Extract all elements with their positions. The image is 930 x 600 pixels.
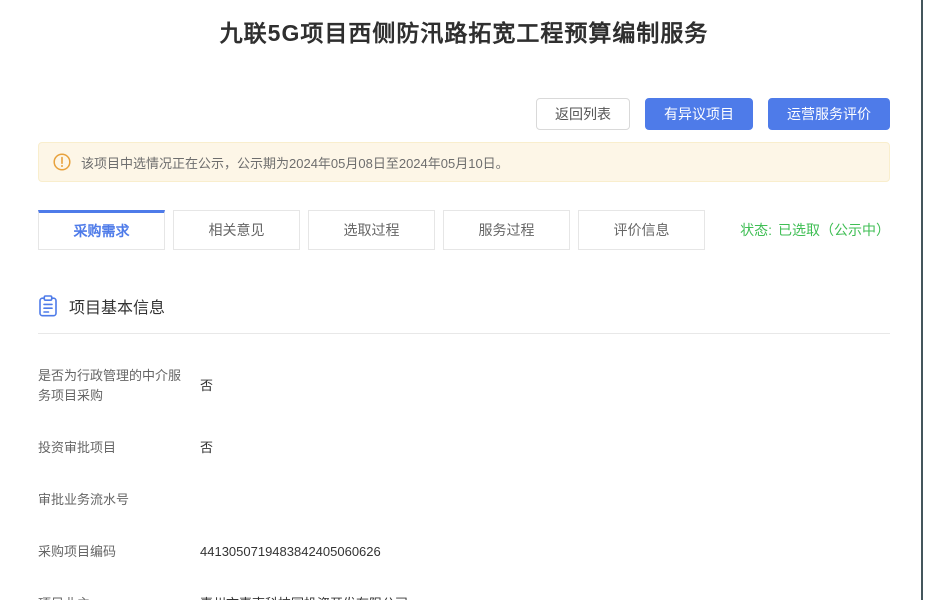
- tab-label: 评价信息: [614, 220, 670, 240]
- section-title: 项目基本信息: [69, 294, 165, 318]
- field-value: 否: [200, 438, 213, 458]
- field-value: 惠州市惠南科技园投资开发有限公司: [200, 594, 408, 600]
- field-label: 采购项目编码: [38, 542, 188, 562]
- back-to-list-button[interactable]: 返回列表: [536, 98, 630, 130]
- tab-procurement-demand[interactable]: 采购需求: [38, 210, 165, 250]
- field-label: 项目业主: [38, 594, 188, 600]
- field-row-project-owner: 项目业主 惠州市惠南科技园投资开发有限公司: [38, 594, 890, 600]
- field-row-procurement-project-code: 采购项目编码 4413050719483842405060626: [38, 542, 890, 562]
- status-label: 状态:: [740, 220, 772, 240]
- page-title: 九联5G项目西侧防汛路拓宽工程预算编制服务: [38, 14, 890, 48]
- project-status: 状态: 已选取（公示中）: [713, 210, 890, 250]
- tab-label: 相关意见: [209, 220, 265, 240]
- action-toolbar: 返回列表 有异议项目 运营服务评价: [38, 98, 890, 130]
- field-row-investment-approval: 投资审批项目 否: [38, 438, 890, 458]
- tab-label: 服务过程: [479, 220, 535, 240]
- tab-label: 采购需求: [74, 221, 130, 241]
- status-value: 已选取（公示中）: [778, 220, 890, 240]
- section-header-basic-info: 项目基本信息: [38, 294, 890, 318]
- clipboard-document-icon: [38, 295, 58, 317]
- objection-project-button[interactable]: 有异议项目: [645, 98, 753, 130]
- window-right-border: [921, 0, 923, 600]
- publicity-notice-text: 该项目中选情况正在公示，公示期为2024年05月08日至2024年05月10日。: [81, 153, 509, 172]
- field-row-approval-serial-number: 审批业务流水号: [38, 490, 890, 510]
- tab-bar: 采购需求 相关意见 选取过程 服务过程 评价信息 状态: 已选取（公示中）: [38, 210, 890, 250]
- field-value: 4413050719483842405060626: [200, 542, 381, 562]
- warning-exclamation-icon: [53, 153, 71, 171]
- tab-service-process[interactable]: 服务过程: [443, 210, 570, 250]
- tab-evaluation-info[interactable]: 评价信息: [578, 210, 705, 250]
- field-label: 投资审批项目: [38, 438, 188, 458]
- field-label: 是否为行政管理的中介服务项目采购: [38, 366, 188, 406]
- section-divider: [38, 333, 890, 334]
- basic-info-fields: 是否为行政管理的中介服务项目采购 否 投资审批项目 否 审批业务流水号 采购项目…: [38, 366, 890, 600]
- publicity-notice-banner: 该项目中选情况正在公示，公示期为2024年05月08日至2024年05月10日。: [38, 142, 890, 182]
- field-label: 审批业务流水号: [38, 490, 188, 510]
- project-detail-page: 九联5G项目西侧防汛路拓宽工程预算编制服务 返回列表 有异议项目 运营服务评价 …: [0, 0, 930, 600]
- service-evaluation-button[interactable]: 运营服务评价: [768, 98, 890, 130]
- tab-label: 选取过程: [344, 220, 400, 240]
- field-row-intermediary-procurement: 是否为行政管理的中介服务项目采购 否: [38, 366, 890, 406]
- tab-selection-process[interactable]: 选取过程: [308, 210, 435, 250]
- tab-related-opinions[interactable]: 相关意见: [173, 210, 300, 250]
- field-value: 否: [200, 376, 213, 396]
